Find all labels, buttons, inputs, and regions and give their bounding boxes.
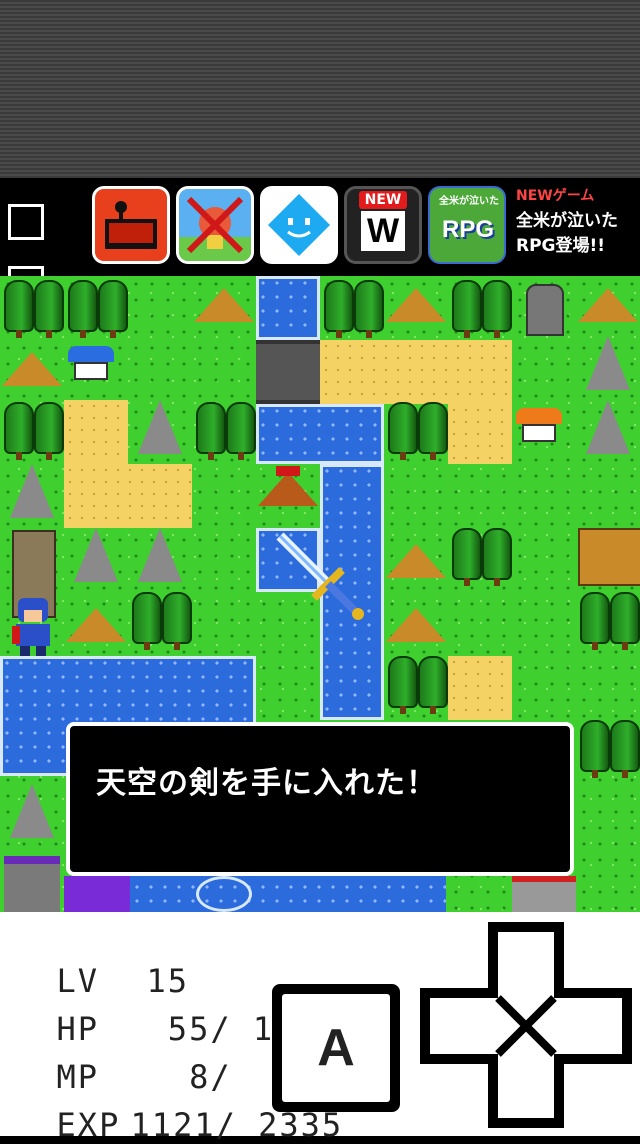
status-bar-area [0, 0, 640, 178]
shrine-icon[interactable] [526, 284, 564, 336]
dpad[interactable] [416, 918, 636, 1132]
desert-tile [448, 404, 512, 464]
rpg-label: RPG [441, 216, 494, 243]
crossed-character-icon [179, 196, 251, 261]
town-icon[interactable] [516, 408, 562, 442]
desert-tile [64, 400, 128, 464]
app-icon-no-character[interactable] [176, 186, 254, 264]
poison-swamp [64, 876, 130, 912]
dpad-right[interactable] [554, 998, 622, 1054]
tree-icon [4, 280, 34, 338]
tree-icon [418, 656, 448, 714]
new-badge: NEW [359, 191, 407, 209]
desert-tile [64, 464, 192, 528]
checkbox-icon[interactable] [8, 204, 44, 240]
dpad-up[interactable] [498, 932, 554, 998]
tree-icon [610, 592, 640, 650]
mountain-icon [74, 528, 118, 582]
app-icon-cooking[interactable] [92, 186, 170, 264]
tree-icon [418, 402, 448, 460]
tree-icon [34, 402, 64, 460]
promo-line2: RPG登場!! [516, 236, 606, 256]
tree-icon [4, 402, 34, 460]
a-button[interactable]: A [272, 984, 400, 1112]
tree-icon [162, 592, 192, 650]
tree-icon [196, 402, 226, 460]
hero-sprite [12, 598, 50, 656]
tree-icon [610, 720, 640, 778]
app-icon-new-w[interactable]: NEW W [344, 186, 422, 264]
rpg-caption: 全米が泣いた [439, 196, 499, 207]
volcano-icon [258, 472, 318, 506]
w-letter: W [361, 211, 405, 251]
desert-tile [448, 656, 512, 720]
town-icon[interactable] [68, 346, 114, 380]
tree-icon [132, 592, 162, 650]
promo-text[interactable]: NEWゲーム 全米が泣いた RPG登場!! [516, 184, 638, 259]
promo-line1: 全米が泣いた [516, 211, 618, 231]
tree-icon [98, 280, 128, 338]
tree-icon [580, 592, 610, 650]
desert-tile [320, 340, 512, 404]
blue-diamond-face-icon [268, 194, 330, 256]
app-icon-rpg[interactable]: 全米が泣いた RPG [428, 186, 506, 264]
tree-icon [452, 528, 482, 586]
sword-icon [276, 532, 364, 620]
tree-icon [482, 528, 512, 586]
hill-icon [194, 288, 254, 322]
hill-icon [578, 288, 638, 322]
hill-icon [66, 608, 126, 642]
checkbox-icon-secondary[interactable] [8, 266, 44, 276]
dpad-down[interactable] [498, 1054, 554, 1118]
message-window[interactable]: 天空の剣を手に入れた！ [66, 722, 574, 876]
tree-icon [388, 656, 418, 714]
exp-label: EXP [56, 1106, 121, 1144]
whirlpool-icon [196, 876, 252, 912]
hill-icon [386, 288, 446, 322]
castle-icon[interactable] [4, 856, 60, 912]
cave-icon[interactable] [578, 528, 640, 586]
mountain-icon [10, 784, 54, 838]
dpad-left[interactable] [430, 998, 498, 1054]
river-tile [256, 404, 384, 464]
volcano-lava [276, 466, 300, 476]
tree-icon [354, 280, 384, 338]
castle-icon[interactable] [512, 876, 576, 912]
mountain-icon [586, 400, 630, 454]
tree-icon [452, 280, 482, 338]
tree-icon [388, 402, 418, 460]
tree-icon [34, 280, 64, 338]
cooking-icon [105, 201, 157, 249]
tree-icon [226, 402, 256, 460]
mountain-icon [138, 400, 182, 454]
app-icon-blue-face[interactable] [260, 186, 338, 264]
tree-icon [580, 720, 610, 778]
mountain-icon [586, 336, 630, 390]
message-text: 天空の剣を手に入れた！ [96, 766, 437, 801]
hill-icon [386, 544, 446, 578]
river-tile [256, 276, 320, 340]
mountain-icon [10, 464, 54, 518]
promo-new: NEWゲーム [516, 188, 595, 204]
a-button-label: A [282, 994, 390, 1102]
hill-icon [2, 352, 62, 386]
tree-icon [68, 280, 98, 338]
tree-icon [324, 280, 354, 338]
hill-icon [386, 608, 446, 642]
mountain-icon [138, 528, 182, 582]
bridge [256, 340, 320, 404]
tree-icon [482, 280, 512, 338]
